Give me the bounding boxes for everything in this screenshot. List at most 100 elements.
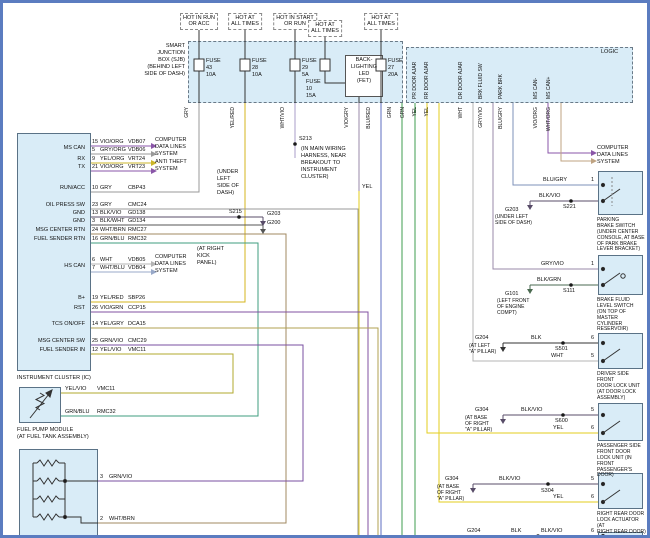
cluster-pin-name: GND: [19, 210, 85, 217]
wire-label: YEL: [362, 184, 372, 191]
right-ground-icons: [470, 205, 533, 538]
pin-number: 7: [92, 265, 95, 272]
circuit-label: VDB07: [128, 139, 145, 146]
wire-label: VIO/ORG: [100, 139, 124, 146]
circuit-label: DCA15: [128, 321, 146, 328]
pin-number: 5: [591, 407, 594, 414]
wire-label: WHT/BRN: [100, 227, 126, 234]
ground-label: G101: [505, 291, 518, 298]
wire-label: BLK/GRN: [537, 277, 561, 284]
right-ground-wires: [473, 201, 598, 538]
ground-label: G204: [475, 335, 488, 342]
circuit-label: CBP43: [128, 185, 145, 192]
cluster-pin-name: RUN/ACC: [19, 185, 85, 192]
cluster-pin-name: RX: [19, 156, 85, 163]
wire-label: GRY: [100, 185, 112, 192]
wire-color-label: GRY: [184, 107, 191, 137]
component-title: RIGHT REAR DOOR LOCK ACTUATOR (AT RIGHT …: [597, 512, 647, 536]
cluster-pin-name: GND: [19, 218, 85, 225]
fuse-amps: 20A: [388, 72, 398, 79]
cluster-pin-name: TCS ON/OFF: [19, 321, 85, 328]
wire-color-label: WHT/ORG: [546, 107, 553, 137]
cluster-title: INSTRUMENT CLUSTER (IC): [17, 375, 91, 382]
location-note: (AT RIGHT KICK PANEL): [197, 246, 224, 267]
pin-number: 19: [92, 295, 98, 302]
fuse-amps: 10A: [252, 72, 262, 79]
wire-label: BLK/VIO: [541, 528, 562, 535]
cluster-pin-name: MSG CENTER SW: [19, 338, 85, 345]
pin-number: 5: [591, 353, 594, 360]
ground-label: G203: [267, 211, 280, 218]
wire-label: GRN/VIO: [109, 474, 132, 481]
ground-label: G204: [467, 528, 480, 535]
cluster-pin-name: MS CAN: [19, 145, 85, 152]
splice-dots: [237, 142, 573, 538]
ground-label: G200: [267, 220, 280, 227]
wire-label: BLK/WHT: [100, 218, 124, 225]
pin-number: 26: [92, 305, 98, 312]
system-ref: COMPUTER DATA LINES SYSTEM: [155, 137, 186, 158]
pin-number: 23: [92, 202, 98, 209]
power-feed-label: HOT AT ALL TIMES: [308, 20, 342, 37]
wire-label: BLK/VIO: [499, 476, 520, 483]
wire-label: GRY/ORG: [100, 147, 126, 154]
circuit-label: VDB06: [128, 147, 145, 154]
circuit-label: CCP15: [128, 305, 146, 312]
power-feed-label: HOT AT ALL TIMES: [364, 13, 398, 30]
wire-color-label: YEL: [412, 107, 419, 137]
splice-label: S600: [555, 418, 568, 425]
wire-label: YEL: [553, 425, 563, 432]
fuse-label: FUSE 27: [388, 58, 403, 72]
wire-label: YEL/ORG: [100, 156, 124, 163]
ground-location-note: (AT LEFT "A" PILLAR): [469, 344, 496, 356]
pin-number: 21: [92, 164, 98, 171]
splice-label: S304: [541, 488, 554, 495]
power-feed-label: HOT AT ALL TIMES: [228, 13, 262, 30]
system-ref: COMPUTER DATA LINES SYSTEM: [155, 254, 186, 275]
wire-label: WHT/BLU: [100, 265, 125, 272]
ground-location-note: (AT BASE OF RIGHT "A" PILLAR): [437, 485, 464, 503]
sjb-input-label: DR DOOR AJAR: [458, 55, 465, 99]
circuit-label: RMC27: [128, 227, 147, 234]
location-note: (UNDER LEFT SIDE OF DASH): [217, 169, 239, 197]
wire-label: BLU/GRY: [543, 177, 567, 184]
pin-number: 6: [591, 425, 594, 432]
pin-number: 14: [92, 321, 98, 328]
cluster-pin-name: FUEL SENDER RTN: [19, 236, 85, 243]
pin-number: 10: [92, 185, 98, 192]
fuse-amps: 15A: [306, 93, 316, 100]
pin-number: 25: [92, 338, 98, 345]
wire-label: YEL/RED: [100, 295, 124, 302]
fuse-amps: 5A: [302, 72, 309, 79]
component-title: BRAKE FLUID LEVEL SWITCH (ON TOP OF MAST…: [597, 298, 647, 333]
cluster-pin-name: HS CAN: [19, 263, 85, 270]
pin-number: 6: [591, 494, 594, 501]
pin-number: 15: [92, 139, 98, 146]
wire-label: YEL/VIO: [65, 386, 86, 393]
wire-label: BLK/VIO: [521, 407, 542, 414]
circuit-label: SBP26: [128, 295, 145, 302]
pin-number: 12: [92, 347, 98, 354]
resistor-ladder-symbol: [33, 460, 98, 523]
circuit-label: CMC29: [128, 338, 147, 345]
splice-label: S501: [555, 346, 568, 353]
pin-number: 1: [591, 261, 594, 268]
cluster-pin-name: MSG CENTER RTN: [19, 227, 85, 234]
pin-number: 16: [92, 236, 98, 243]
fuse-amps: 10A: [206, 72, 216, 79]
ground-location-note: (LEFT FRONT OF ENGINE COMPT): [497, 299, 529, 317]
wire-label: VIO/GRN: [100, 305, 123, 312]
wire-color-label: GRY/VIO: [478, 107, 485, 137]
wire-label: BLK: [531, 335, 541, 342]
pin-number: 3: [92, 218, 95, 225]
wire-label: YEL: [553, 494, 563, 501]
backlighting-led-label: BACK- LIGHTING LED (FET): [346, 57, 382, 85]
sjb-input-label: PARK BRK: [498, 55, 505, 99]
g200-ground-icon: [260, 229, 266, 234]
fuse-label: FUSE 43: [206, 58, 221, 72]
wire-color-label: BLU/RED: [366, 107, 373, 137]
circuit-label: VDB05: [128, 257, 145, 264]
wire-label: WHT: [551, 353, 564, 360]
pin-number: 5: [92, 147, 95, 154]
circuit-label: VMC11: [97, 386, 115, 393]
